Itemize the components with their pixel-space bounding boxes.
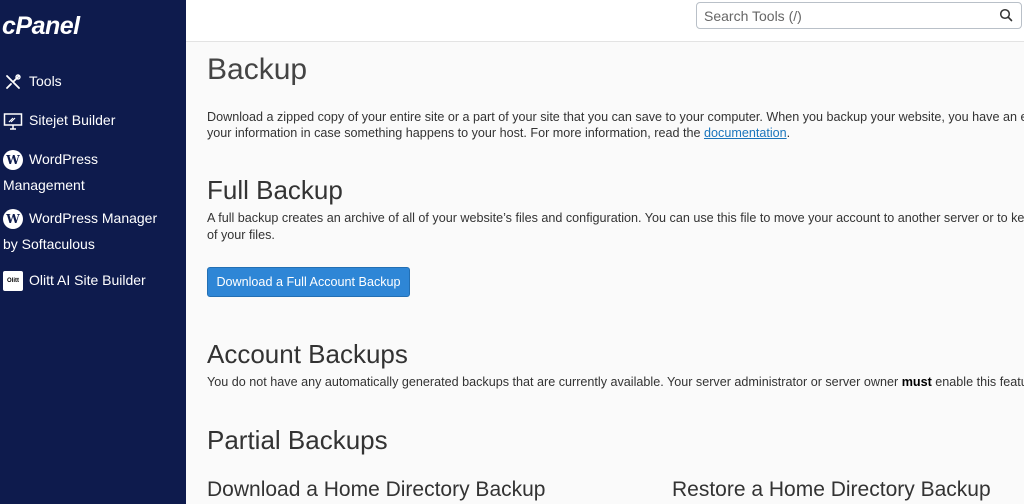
download-home-directory-heading: Download a Home Directory Backup (207, 478, 546, 501)
sidebar-item-label: Tools (29, 73, 62, 89)
full-backup-description: A full backup creates an archive of all … (207, 210, 1024, 244)
partial-backups-heading: Partial Backups (207, 425, 388, 455)
sidebar-item-label: WordPress (29, 151, 98, 167)
wordpress-icon: W (3, 209, 23, 230)
sidebar-item-label: Sitejet Builder (29, 112, 116, 128)
main-content: Backup Download a zipped copy of your en… (207, 42, 1024, 504)
download-full-backup-button[interactable]: Download a Full Account Backup (207, 267, 410, 297)
intro-text-end: . (786, 126, 791, 140)
account-backups-heading: Account Backups (207, 339, 408, 369)
documentation-link[interactable]: documentation (704, 126, 787, 140)
full-backup-desc-line1: A full backup creates an archive of all … (207, 211, 1024, 225)
intro-text-line1: Download a zipped copy of your entire si… (207, 110, 1024, 124)
page-intro: Download a zipped copy of your entire si… (207, 109, 1024, 141)
full-backup-desc-line2: of your files. (207, 228, 275, 242)
sidebar-item-label: WordPress Manager (29, 210, 158, 226)
search-box[interactable] (696, 2, 1022, 29)
account-backups-description: You do not have any automatically genera… (207, 375, 1024, 389)
sidebar-item-sitejet-builder[interactable]: Sitejet Builder (3, 107, 189, 133)
sidebar-item-label: Olitt AI Site Builder (29, 272, 146, 288)
sidebar-item-olitt-ai-site-builder[interactable]: Olitt Olitt AI Site Builder (3, 267, 189, 293)
search-icon[interactable] (999, 8, 1013, 22)
account-backups-desc-post: enable this featu (931, 375, 1024, 389)
account-backups-desc-pre: You do not have any automatically genera… (207, 375, 902, 389)
restore-home-directory-heading: Restore a Home Directory Backup (672, 478, 991, 501)
monitor-icon (3, 113, 23, 131)
sidebar-item-wordpress-management[interactable]: W WordPress Management (3, 146, 183, 198)
top-bar (186, 0, 1024, 42)
intro-text-line2: your information in case something happe… (207, 126, 705, 140)
sidebar-item-wordpress-manager-softaculous[interactable]: W WordPress Manager by Softaculous (3, 205, 183, 257)
cpanel-logo[interactable]: cPanel (2, 12, 80, 41)
tools-icon (6, 74, 21, 90)
search-input[interactable] (697, 3, 987, 28)
sidebar-item-tools[interactable]: Tools (3, 68, 189, 94)
page-title: Backup (207, 53, 308, 86)
olitt-icon: Olitt (3, 271, 23, 292)
full-backup-heading: Full Backup (207, 175, 343, 205)
sidebar-item-label-line2: by Softaculous (3, 236, 95, 252)
sidebar-item-label-line2: Management (3, 177, 85, 193)
account-backups-desc-bold: must (901, 375, 932, 389)
wordpress-icon: W (3, 150, 23, 171)
sidebar: cPanel Tools Sitejet Builder W WordPress … (0, 0, 186, 504)
